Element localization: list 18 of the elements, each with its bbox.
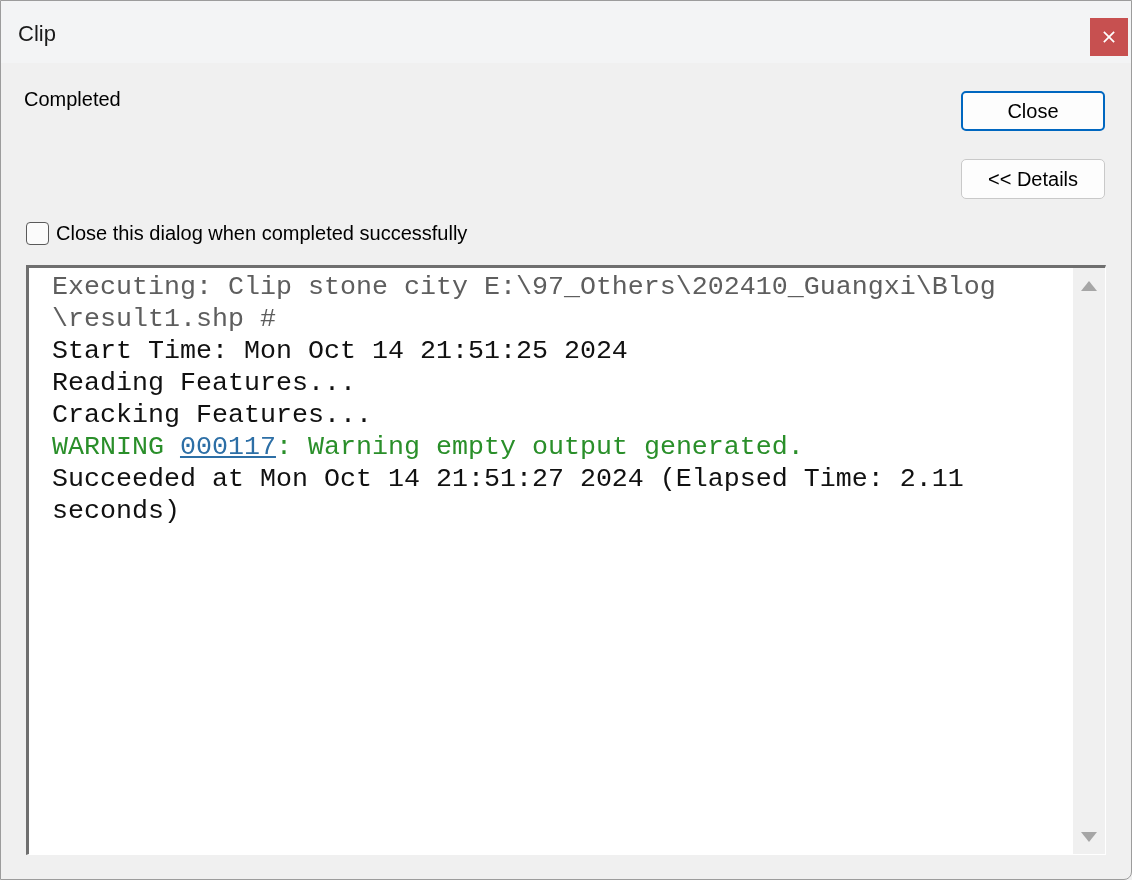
scroll-up-arrow-icon[interactable] bbox=[1081, 281, 1097, 291]
log-message: Cracking Features... bbox=[52, 399, 372, 431]
log-message: Start Time: Mon Oct 14 21:51:25 2024 bbox=[52, 335, 628, 367]
scroll-down-arrow-icon[interactable] bbox=[1081, 832, 1097, 842]
log-message: Succeeded at Mon Oct 14 21:51:27 2024 (Elapsed Time: 2.11 seconds) bbox=[52, 463, 964, 527]
status-text: Completed bbox=[24, 88, 121, 110]
close-window-button[interactable] bbox=[1090, 18, 1128, 56]
checkbox-label[interactable]: Close this dialog when completed successfully bbox=[56, 222, 468, 245]
warning-message: WARNING 000117: Warning empty output generated. bbox=[52, 431, 804, 463]
vertical-scrollbar[interactable] bbox=[1073, 268, 1105, 854]
error-code-link[interactable]: 000117 bbox=[180, 432, 276, 462]
details-button[interactable]: << Details bbox=[961, 159, 1105, 199]
close-button[interactable]: Close bbox=[961, 91, 1105, 131]
checkbox[interactable] bbox=[26, 222, 49, 245]
log-message: Executing: Clip stone city E:\97_Others\202410_Guangxi\Blog \result1.shp # bbox=[52, 271, 996, 335]
window-title: Clip bbox=[18, 22, 56, 46]
close-icon bbox=[1103, 31, 1115, 43]
log-message: Reading Features... bbox=[52, 367, 356, 399]
